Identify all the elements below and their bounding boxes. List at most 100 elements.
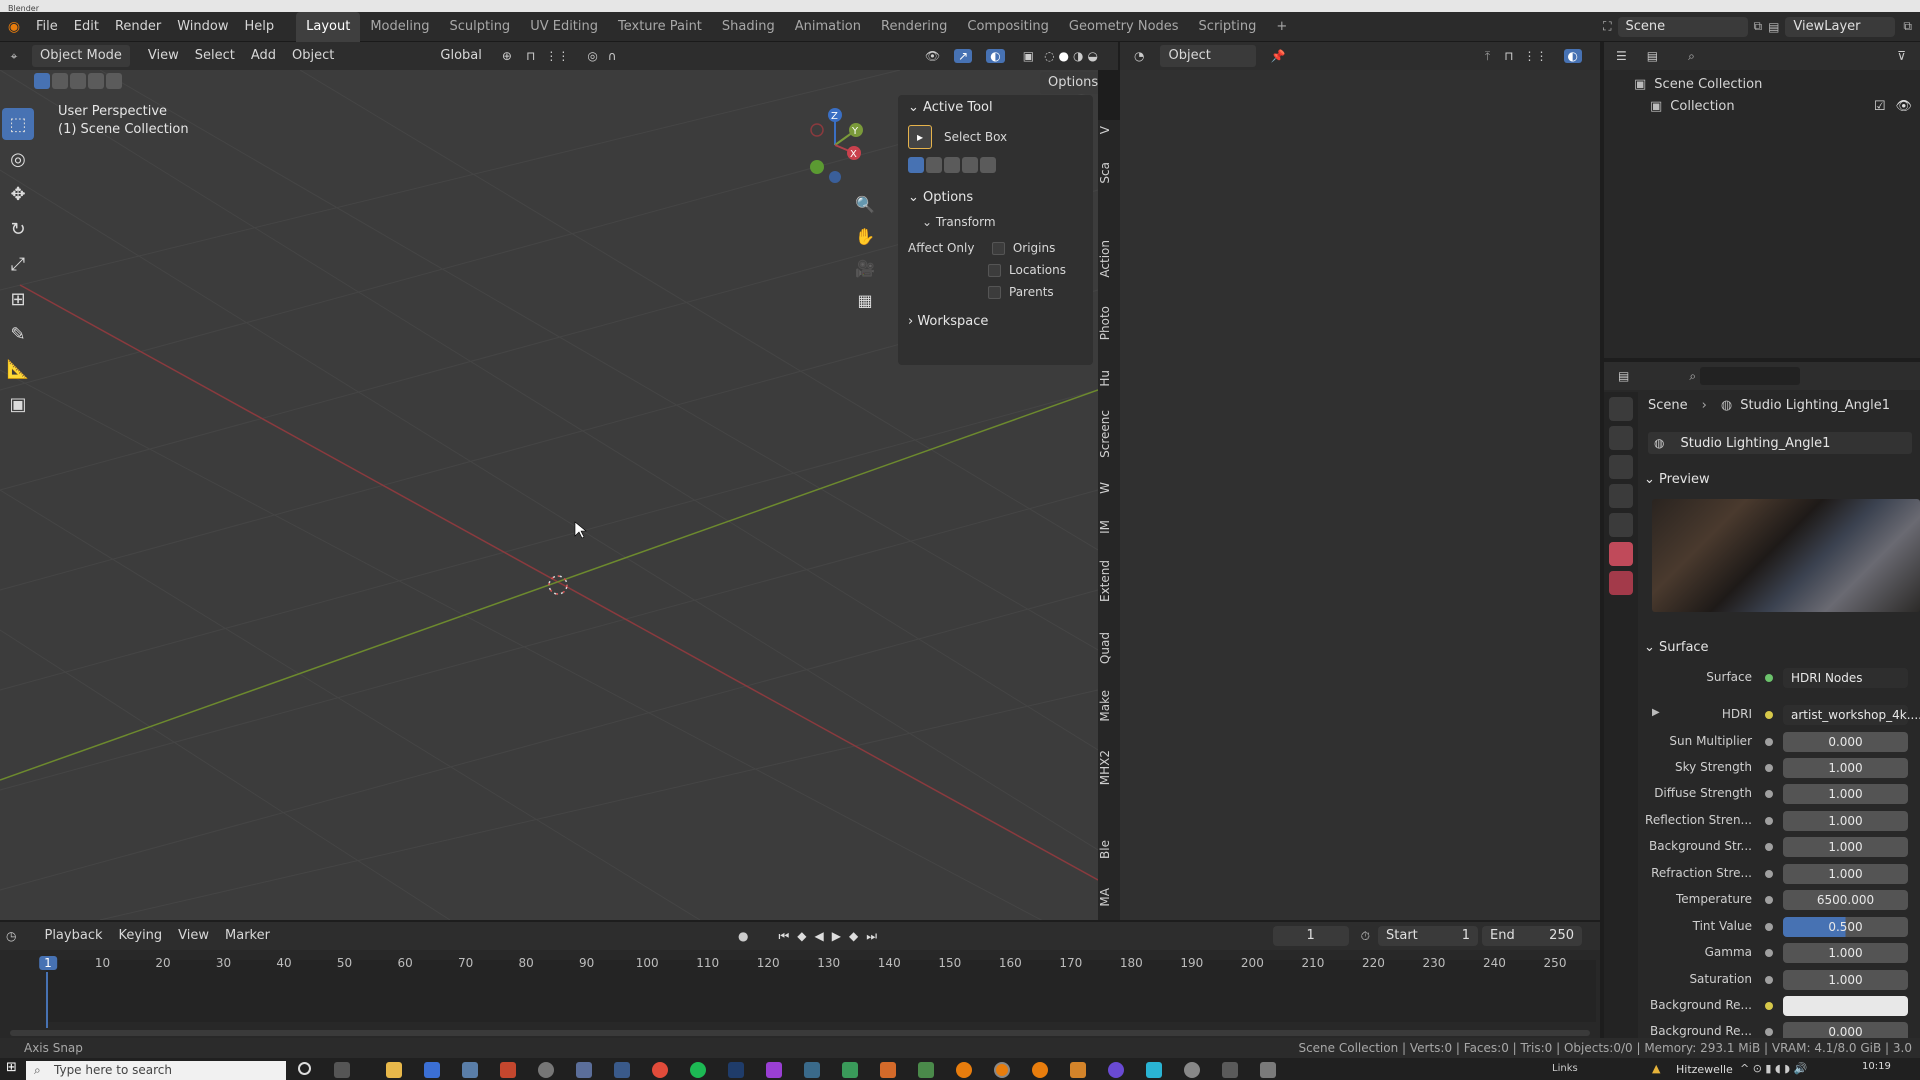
overlay-toggle-icon[interactable]: ◐ <box>986 49 1005 63</box>
new-view-layer-icon[interactable]: ⧉ <box>1903 19 1912 34</box>
select-box-tool-icon[interactable]: ⬚ <box>2 108 34 140</box>
side-tab-mhx2[interactable]: MHX2 <box>1098 750 1120 785</box>
properties-editor-icon[interactable]: ▤ <box>1618 369 1629 383</box>
transform-orientation-selector[interactable]: Global <box>432 45 489 67</box>
measure-tool-icon[interactable]: 📐 <box>2 353 34 385</box>
navigation-gizmo[interactable]: Z Y X <box>790 105 870 185</box>
mode-selector[interactable]: Object Mode <box>32 45 130 67</box>
timeline-scrollbar[interactable] <box>10 1030 1590 1036</box>
app-icon-1[interactable] <box>500 1062 516 1078</box>
app-icon-12[interactable] <box>1146 1062 1162 1078</box>
side-tab-ble[interactable]: Ble <box>1098 840 1120 859</box>
app-icon-15[interactable] <box>1260 1062 1276 1078</box>
menu-file[interactable]: File <box>28 12 66 42</box>
outliner-editor-icon[interactable]: ☰ <box>1616 49 1627 63</box>
app-icon-2[interactable] <box>538 1062 554 1078</box>
side-tab-view[interactable]: V <box>1098 126 1120 134</box>
playback-menu[interactable]: Playback <box>36 925 110 947</box>
xray-toggle-icon[interactable]: ▣ <box>1023 49 1034 63</box>
texture-tab-icon[interactable] <box>1609 571 1633 595</box>
select-subtract-icon[interactable] <box>70 73 86 89</box>
taskbar-search-input[interactable]: ⌕ Type here to search <box>26 1061 286 1080</box>
view-layer-tab-icon[interactable] <box>1609 484 1633 508</box>
marker-menu[interactable]: Marker <box>217 925 278 947</box>
world-tab-icon[interactable] <box>1609 542 1633 566</box>
locations-checkbox[interactable] <box>988 264 1001 277</box>
select-intersect-icon[interactable] <box>106 73 122 89</box>
auto-keying-icon[interactable]: ● <box>738 929 748 943</box>
weather-text[interactable]: Hitzewelle <box>1676 1063 1733 1076</box>
exclude-checkbox-icon[interactable]: ☑ <box>1874 96 1886 118</box>
app-icon-3[interactable] <box>576 1062 592 1078</box>
zoom-icon[interactable]: 🔍 <box>852 195 878 227</box>
surface-section-header[interactable]: ⌄ Surface <box>1644 640 1709 655</box>
parents-checkbox[interactable] <box>988 286 1001 299</box>
scene-selector[interactable]: Scene <box>1617 16 1748 37</box>
side-tab-sca[interactable]: Sca <box>1098 162 1120 184</box>
blender-taskbar-icon-2[interactable] <box>994 1062 1010 1078</box>
visibility-icon[interactable]: 👁 <box>925 49 940 63</box>
options-header[interactable]: ⌄ Options <box>898 185 1093 211</box>
view-layer-selector[interactable]: ViewLayer <box>1785 16 1896 37</box>
new-scene-icon[interactable]: ⧉ <box>1754 19 1763 34</box>
side-tab-photo[interactable]: Photo <box>1098 306 1120 340</box>
side-tab-action[interactable]: Action <box>1098 240 1120 278</box>
tab-rendering[interactable]: Rendering <box>871 12 957 42</box>
play-icon[interactable]: ▶ <box>832 929 841 943</box>
tint-value-slider[interactable]: 0.500 <box>1783 917 1908 937</box>
blender-logo-icon[interactable]: ◉ <box>0 19 28 35</box>
app-icon-6[interactable] <box>804 1062 820 1078</box>
proportional-edit-icon[interactable]: ◎ <box>587 49 597 63</box>
photoshop-icon[interactable] <box>728 1062 744 1078</box>
end-frame-field[interactable]: End 250 <box>1482 926 1582 946</box>
overlay-popover-icon[interactable]: ◐ <box>1563 49 1582 63</box>
view-layer-icon[interactable]: ▤ <box>1768 20 1779 34</box>
task-view-icon[interactable] <box>334 1062 350 1078</box>
display-mode-icon[interactable]: ▤ <box>1647 49 1658 63</box>
empty-editor-area[interactable] <box>1120 70 1600 920</box>
properties-search-icon[interactable]: ⌕ <box>1689 369 1696 384</box>
falloff-icon[interactable]: ∩ <box>608 49 617 63</box>
wireframe-shading-icon[interactable]: ◌ <box>1044 49 1054 63</box>
scale-tool-icon[interactable]: ⤢ <box>2 248 34 280</box>
tab-scripting[interactable]: Scripting <box>1189 12 1267 42</box>
menu-help[interactable]: Help <box>237 12 283 42</box>
blender-taskbar-icon-1[interactable] <box>956 1062 972 1078</box>
outliner-search-icon[interactable]: ⌕ <box>1688 49 1695 64</box>
menu-object[interactable]: Object <box>284 45 342 67</box>
origins-checkbox[interactable] <box>991 242 1005 255</box>
world-name[interactable]: Studio Lighting_Angle1 <box>1680 436 1830 451</box>
side-tab-make[interactable]: Make <box>1098 690 1120 722</box>
app-icon-11[interactable] <box>1108 1062 1124 1078</box>
transform-tool-icon[interactable]: ⊞ <box>2 283 34 315</box>
menu-select[interactable]: Select <box>187 45 243 67</box>
select-new-icon[interactable] <box>34 73 50 89</box>
play-reverse-icon[interactable]: ◀ <box>815 929 824 943</box>
editor-type-icon[interactable]: ⌖ <box>0 49 28 64</box>
add-cube-tool-icon[interactable]: ▣ <box>2 388 34 420</box>
snap-target-icon[interactable]: ⋮⋮ <box>545 49 569 63</box>
spotify-icon[interactable] <box>690 1062 706 1078</box>
jump-start-icon[interactable]: ⏮ <box>778 929 789 944</box>
side-tab-quad[interactable]: Quad <box>1098 632 1120 664</box>
pin-icon[interactable]: 📌 <box>1270 49 1285 63</box>
tab-uv-editing[interactable]: UV Editing <box>520 12 608 42</box>
jump-end-icon[interactable]: ⏭ <box>866 929 877 944</box>
app-icon-4[interactable] <box>614 1062 630 1078</box>
menu-render[interactable]: Render <box>107 12 169 42</box>
links-label[interactable]: Links <box>1552 1063 1578 1074</box>
menu-add[interactable]: Add <box>243 45 284 67</box>
file-explorer-icon[interactable] <box>386 1062 402 1078</box>
clock-time[interactable]: 10:19 <box>1862 1061 1891 1072</box>
tool-mode-subtract-icon[interactable] <box>944 157 960 173</box>
annotate-tool-icon[interactable]: ✎ <box>2 318 34 350</box>
preview-section-header[interactable]: ⌄ Preview <box>1644 472 1710 487</box>
object-dropdown[interactable]: Object <box>1160 45 1257 67</box>
tab-modeling[interactable]: Modeling <box>360 12 439 42</box>
playhead[interactable] <box>46 972 48 1028</box>
blender-taskbar-icon-3[interactable] <box>1032 1062 1048 1078</box>
app-icon-8[interactable] <box>880 1062 896 1078</box>
start-frame-field[interactable]: Start 1 <box>1378 926 1478 946</box>
app-icon-10[interactable] <box>1070 1062 1086 1078</box>
tab-layout[interactable]: Layout <box>296 11 361 42</box>
